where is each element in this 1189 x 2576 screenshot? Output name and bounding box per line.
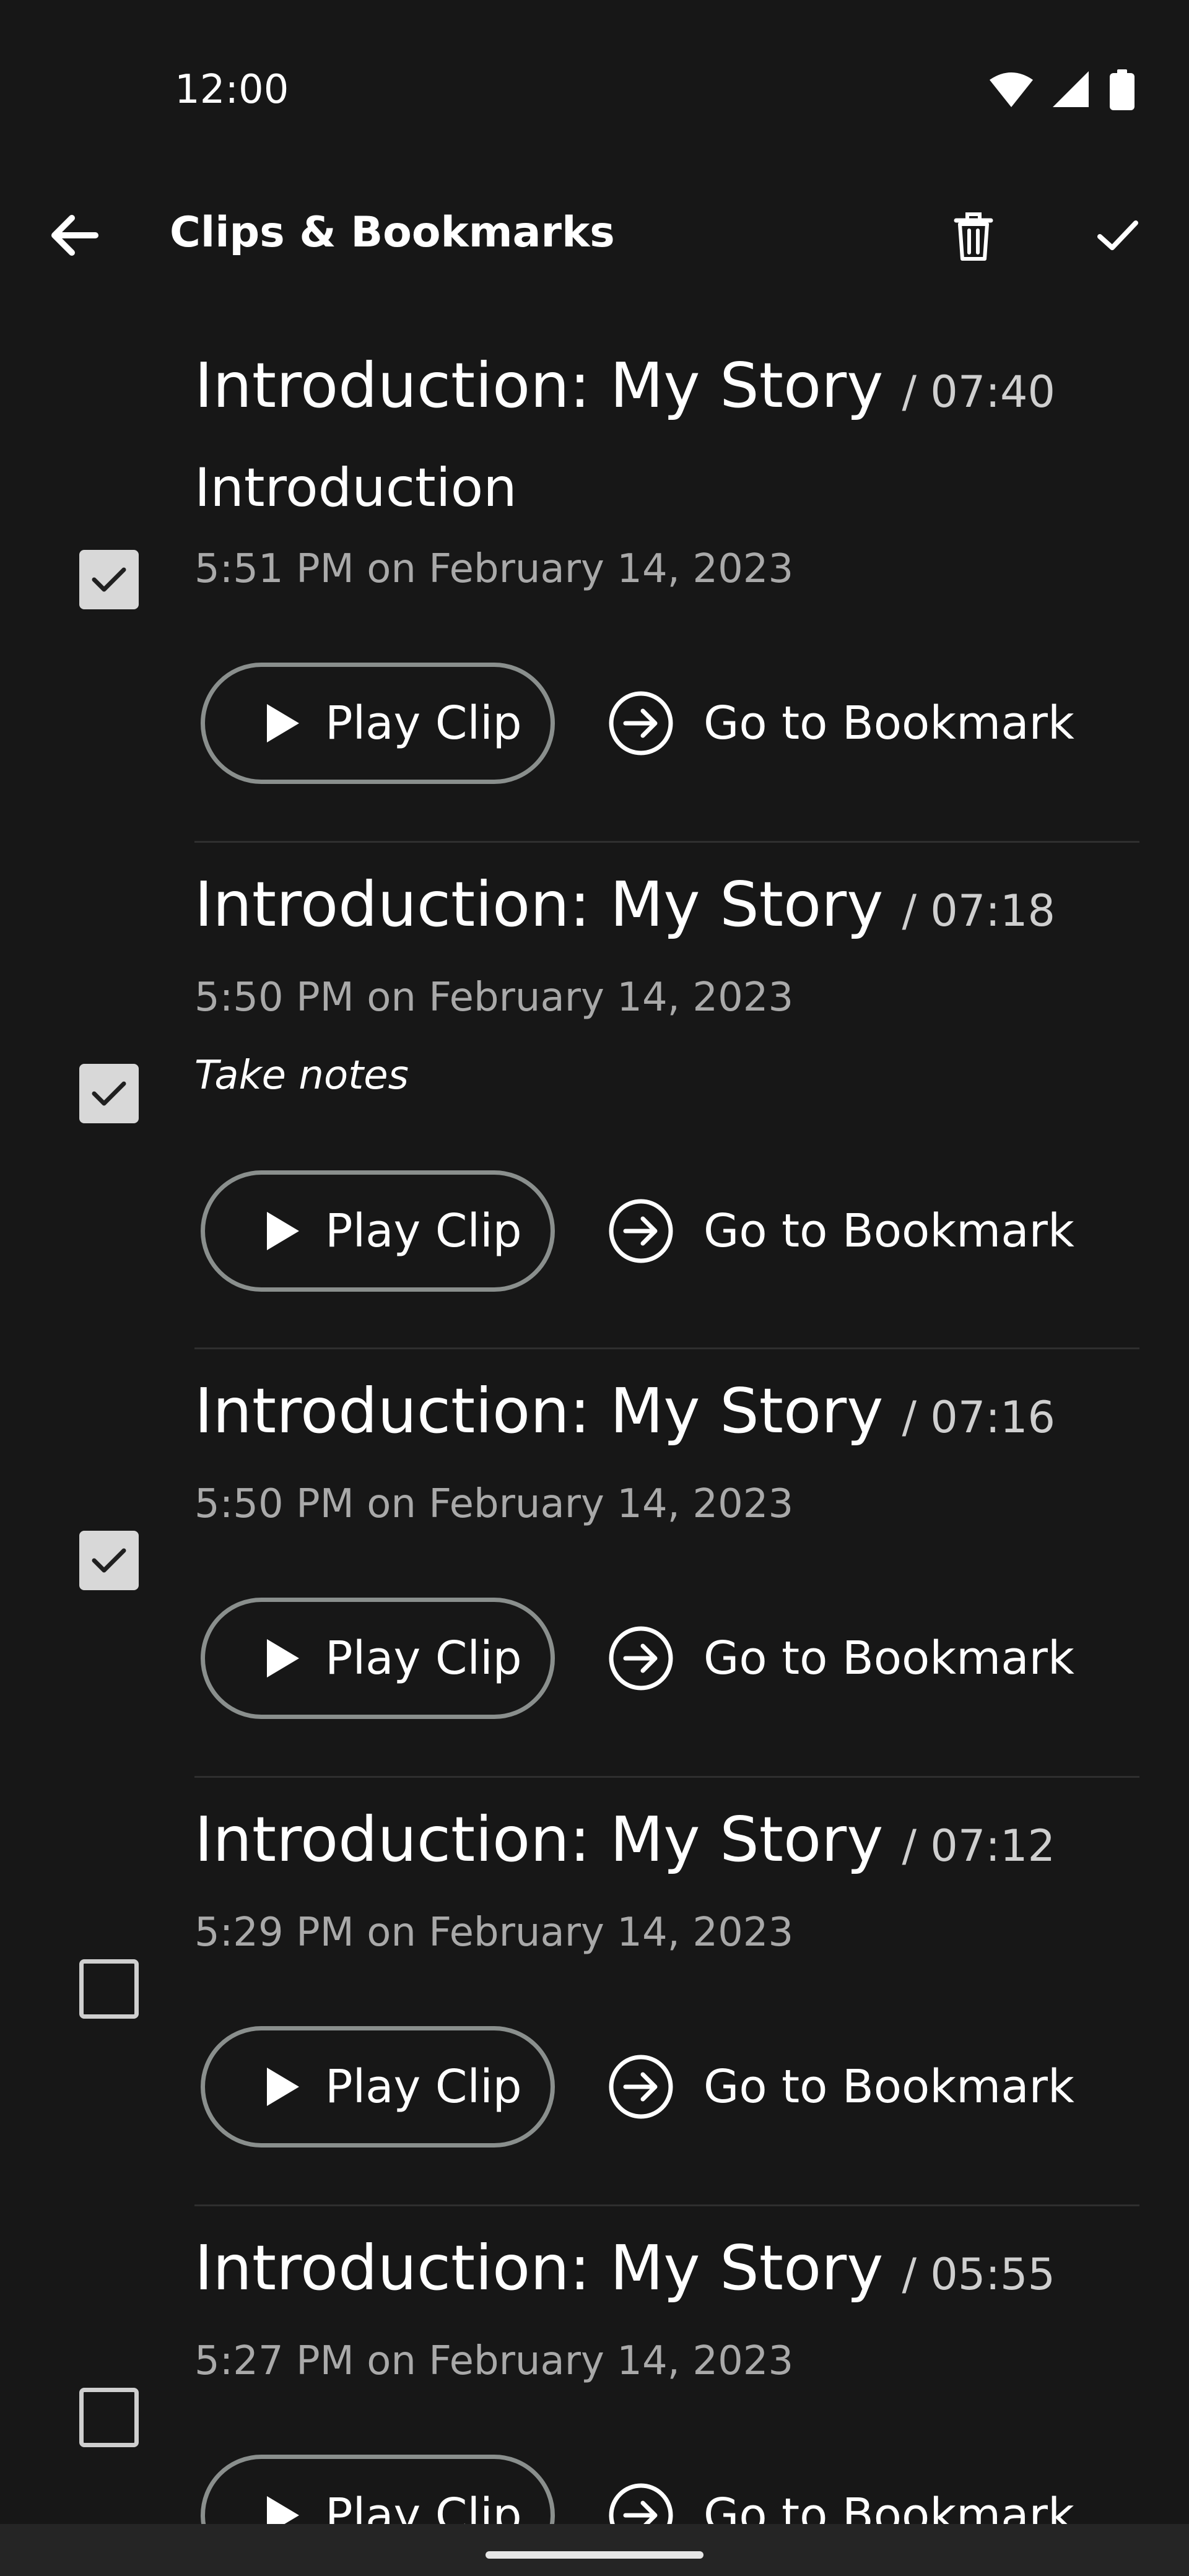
item-title: Introduction: My Story: [194, 1375, 884, 1447]
go-to-bookmark-label: Go to Bookmark: [703, 1632, 1074, 1685]
divider: [194, 1347, 1139, 1349]
play-icon: [267, 2068, 299, 2106]
navigation-bar: [0, 2524, 1189, 2576]
play-clip-label: Play Clip: [325, 2060, 522, 2113]
play-clip-button[interactable]: Play Clip: [201, 1598, 555, 1719]
list-item: Introduction: My Story / 07:16 5:50 PM o…: [0, 1347, 1189, 1776]
play-icon: [267, 704, 299, 742]
wifi-icon: [990, 72, 1033, 107]
bookmark-list: Introduction: My Story / 07:40 Introduct…: [0, 322, 1189, 2576]
home-gesture-handle[interactable]: [486, 2551, 703, 2559]
status-bar: 12:00: [0, 0, 1189, 161]
arrow-circle-right-icon: [609, 1199, 673, 1263]
item-note: Take notes: [194, 1053, 409, 1099]
checkmark-icon: [92, 567, 126, 592]
divider: [194, 2204, 1139, 2206]
play-clip-label: Play Clip: [325, 697, 522, 750]
confirm-button[interactable]: [1086, 204, 1148, 266]
back-button[interactable]: [43, 204, 105, 266]
item-duration: / 07:12: [902, 1821, 1056, 1871]
battery-icon: [1110, 69, 1135, 110]
checkmark-icon: [92, 1548, 126, 1573]
item-title-row: Introduction: My Story / 07:18: [194, 868, 1055, 941]
checkmark-icon: [92, 1081, 126, 1106]
delete-button[interactable]: [943, 204, 1004, 266]
arrow-circle-right-icon: [609, 691, 673, 755]
go-to-bookmark-label: Go to Bookmark: [703, 697, 1074, 750]
status-icons: [990, 69, 1135, 110]
go-to-bookmark-button[interactable]: Go to Bookmark: [607, 1598, 1074, 1719]
item-date: 5:50 PM on February 14, 2023: [194, 975, 794, 1020]
item-chapter: Introduction: [194, 457, 517, 519]
item-duration: / 07:18: [902, 886, 1056, 936]
item-checkbox[interactable]: [79, 1064, 139, 1123]
item-checkbox[interactable]: [79, 1959, 139, 2019]
item-title: Introduction: My Story: [194, 1803, 884, 1876]
divider: [194, 1776, 1139, 1778]
arrow-back-icon: [51, 215, 98, 256]
item-date: 5:50 PM on February 14, 2023: [194, 1481, 794, 1527]
divider: [194, 841, 1139, 843]
trash-icon: [954, 212, 993, 261]
play-clip-label: Play Clip: [325, 1632, 522, 1685]
play-clip-button[interactable]: Play Clip: [201, 2026, 555, 2147]
go-to-bookmark-label: Go to Bookmark: [703, 2060, 1074, 2113]
item-duration: / 07:16: [902, 1392, 1056, 1443]
page-title: Clips & Bookmarks: [170, 208, 615, 257]
item-title: Introduction: My Story: [194, 868, 884, 941]
list-item: Introduction: My Story / 07:40 Introduct…: [0, 322, 1189, 841]
signal-icon: [1053, 71, 1089, 107]
item-checkbox[interactable]: [79, 2388, 139, 2447]
toolbar: Clips & Bookmarks: [0, 186, 1189, 285]
play-clip-button[interactable]: Play Clip: [201, 663, 555, 784]
play-icon: [267, 1212, 299, 1250]
item-checkbox[interactable]: [79, 550, 139, 609]
status-time: 12:00: [175, 67, 289, 113]
play-clip-label: Play Clip: [325, 1204, 522, 1258]
item-title-row: Introduction: My Story / 07:12: [194, 1803, 1055, 1876]
list-item: Introduction: My Story / 05:55 5:27 PM o…: [0, 2204, 1189, 2576]
play-clip-button[interactable]: Play Clip: [201, 1170, 555, 1292]
item-duration: / 05:55: [902, 2249, 1056, 2300]
go-to-bookmark-button[interactable]: Go to Bookmark: [607, 663, 1074, 784]
item-title-row: Introduction: My Story / 07:16: [194, 1375, 1055, 1447]
list-item: Introduction: My Story / 07:18 5:50 PM o…: [0, 841, 1189, 1347]
item-date: 5:51 PM on February 14, 2023: [194, 546, 794, 592]
play-icon: [267, 1639, 299, 1677]
arrow-circle-right-icon: [609, 2055, 673, 2119]
item-checkbox[interactable]: [79, 1531, 139, 1590]
go-to-bookmark-button[interactable]: Go to Bookmark: [607, 2026, 1074, 2147]
checkmark-icon: [1097, 220, 1138, 250]
item-duration: / 07:40: [902, 367, 1056, 417]
go-to-bookmark-label: Go to Bookmark: [703, 1204, 1074, 1258]
item-title: Introduction: My Story: [194, 2232, 884, 2304]
arrow-circle-right-icon: [609, 1626, 673, 1690]
item-date: 5:27 PM on February 14, 2023: [194, 2338, 794, 2384]
item-title: Introduction: My Story: [194, 349, 884, 422]
item-title-row: Introduction: My Story / 05:55: [194, 2232, 1055, 2304]
item-title-row: Introduction: My Story / 07:40: [194, 349, 1055, 422]
list-item: Introduction: My Story / 07:12 5:29 PM o…: [0, 1776, 1189, 2204]
go-to-bookmark-button[interactable]: Go to Bookmark: [607, 1170, 1074, 1292]
item-date: 5:29 PM on February 14, 2023: [194, 1910, 794, 1956]
